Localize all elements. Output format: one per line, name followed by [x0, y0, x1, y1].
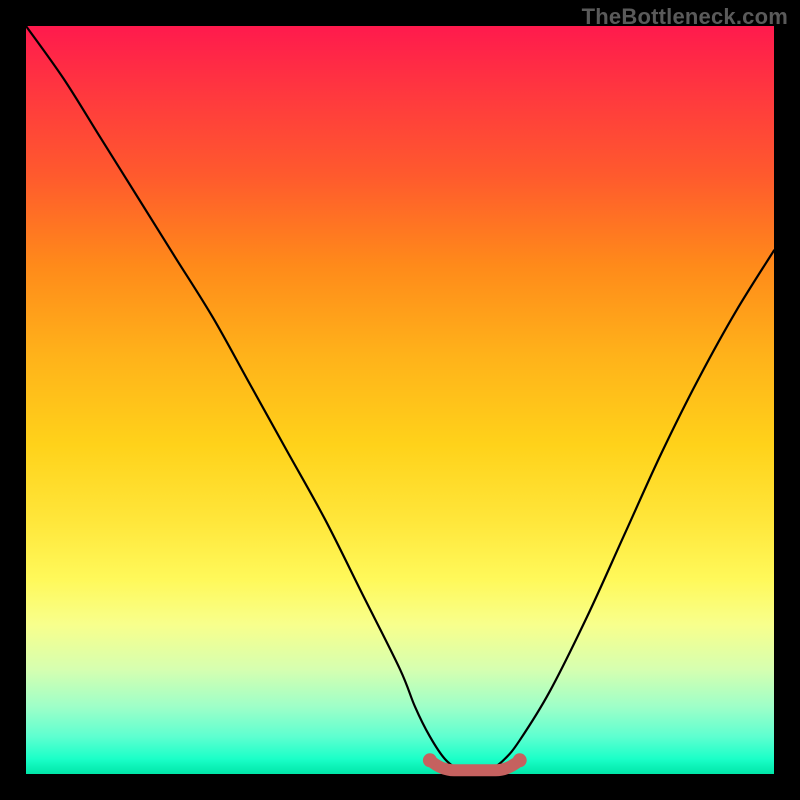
optimal-band-cap-left: [423, 753, 437, 767]
chart-svg: [26, 26, 774, 774]
bottleneck-curve: [26, 26, 774, 774]
chart-canvas: TheBottleneck.com: [0, 0, 800, 800]
optimal-band-marker: [430, 760, 520, 770]
optimal-band-cap-right: [513, 753, 527, 767]
chart-plot-area: [26, 26, 774, 774]
